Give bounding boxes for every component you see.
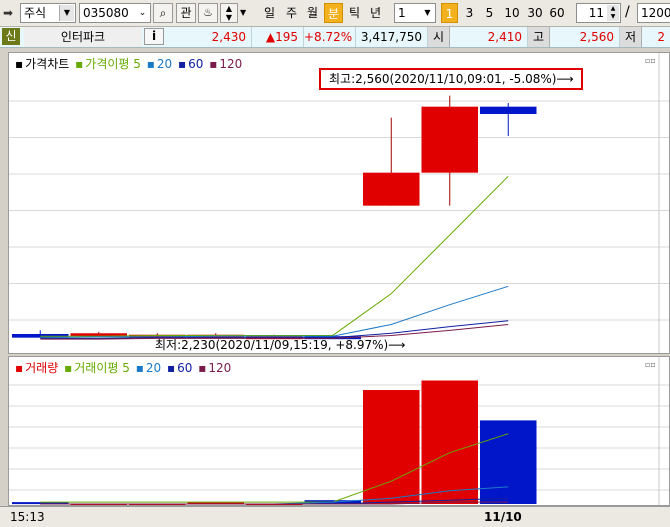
volume-chart-panel[interactable]: ▪ 거래량 ▪ 거래이평 5 ▪ 20 ▪ 60 ▪ 120 ▫▫ — [8, 356, 670, 506]
period-minute[interactable]: 분 — [324, 3, 343, 23]
stock-code-value: 035080 — [83, 6, 129, 20]
slash-separator: / — [625, 4, 630, 20]
low-annotation: 최저:2,230(2020/11/09,15:19, +8.97%)⟶ — [155, 338, 406, 352]
legend-volume: 거래량 — [25, 361, 59, 375]
open-label: 시 — [428, 27, 450, 47]
panel-window-buttons[interactable]: ▫▫ — [645, 56, 656, 65]
legend-ma20: 20 — [156, 57, 173, 71]
candle-body — [421, 106, 478, 173]
candle-body — [480, 106, 537, 114]
up-down-arrow-icon: ▲ ▼ — [607, 5, 619, 21]
chevron-down-icon: ▼ — [424, 8, 431, 17]
search-button[interactable]: ⌕ — [153, 3, 173, 23]
open-price: 2,410 — [450, 27, 528, 47]
up-down-arrow-icon[interactable]: ▲ ▼ — [220, 3, 238, 23]
period-day[interactable]: 일 — [260, 3, 279, 23]
time-axis: 15:13 11/10 — [0, 506, 670, 527]
chevron-down-icon: ⌄ — [138, 8, 147, 18]
period-tick[interactable]: 틱 — [345, 3, 364, 23]
legend-vol-ma5: 거래이평 5 — [74, 361, 130, 375]
low-label: 저 — [620, 27, 642, 47]
price-legend: ▪ 가격차트 ▪ 가격이평 5 ▪ 20 ▪ 60 ▪ 120 — [15, 57, 243, 71]
chevron-down-icon[interactable]: ▼ — [240, 8, 250, 20]
unit-60[interactable]: 60 — [546, 3, 568, 23]
high-annotation: 최고:2,560(2020/11/10,09:01, -5.08%)⟶ — [319, 68, 583, 90]
legend-ma120: 120 — [219, 57, 243, 71]
legend-vol-ma20: 20 — [145, 361, 162, 375]
period-month[interactable]: 월 — [303, 3, 322, 23]
panel-window-buttons[interactable]: ▫▫ — [645, 360, 656, 369]
volume-bar — [421, 380, 478, 504]
quote-bar: 신 인터파크 i 2,430 ▲195 +8.72% 3,417,750 시 2… — [0, 27, 670, 48]
market-select-value: 주식 — [24, 6, 47, 20]
interval-select[interactable]: 1 ▼ — [394, 3, 436, 23]
stock-code-input[interactable]: 035080 ⌄ — [79, 3, 151, 23]
transfer-icon[interactable]: ➡ — [3, 6, 19, 20]
volume-legend: ▪ 거래량 ▪ 거래이평 5 ▪ 20 ▪ 60 ▪ 120 — [15, 361, 232, 375]
period-year[interactable]: 년 — [366, 3, 385, 23]
price-chart-svg — [9, 53, 669, 353]
legend-ma60: 60 — [188, 57, 204, 71]
market-select[interactable]: 주식 ▼ — [20, 3, 76, 23]
high-price: 2,560 — [550, 27, 620, 47]
volume-bar — [480, 420, 537, 504]
low-price: 2 — [657, 30, 665, 44]
legend-vol-ma60: 60 — [177, 361, 193, 375]
toolbar: ➡ 주식 ▼ 035080 ⌄ ⌕ 관 ♨ ▲ ▼ ▼ 일 주 월 분 틱 년 1… — [0, 0, 670, 27]
unit-1[interactable]: 1 — [441, 3, 458, 23]
price-chart-panel[interactable]: ▪ 가격차트 ▪ 가격이평 5 ▪ 20 ▪ 60 ▪ 120 ▫▫ 최고:2,560(2… — [8, 52, 670, 354]
interval-value: 1 — [398, 6, 406, 20]
unit-5[interactable]: 5 — [481, 3, 498, 23]
high-label: 고 — [528, 27, 550, 47]
search-icon: ⌕ — [159, 6, 167, 20]
legend-vol-ma120: 120 — [208, 361, 232, 375]
price-ma20-line — [40, 285, 509, 339]
change-percent: +8.72% — [304, 27, 356, 47]
chevron-down-icon: ▼ — [59, 5, 74, 21]
legend-ma5: 가격이평 5 — [85, 57, 141, 71]
count-value: 11 — [588, 6, 604, 20]
current-price: 2,430 — [168, 27, 252, 47]
volume-value: 3,417,750 — [356, 27, 428, 47]
volume-bar — [363, 390, 420, 504]
candle-body — [363, 172, 420, 206]
interest-button[interactable]: 관 — [176, 3, 196, 23]
credit-badge: 신 — [2, 28, 20, 45]
time-axis-date: 11/10 — [484, 510, 522, 524]
unit-30[interactable]: 30 — [524, 3, 546, 23]
stock-name: 인터파크 — [24, 27, 142, 47]
info-icon[interactable]: i — [144, 28, 164, 45]
volume-chart-svg — [9, 357, 669, 505]
total-count-input[interactable]: 1200 — [637, 3, 670, 23]
period-week[interactable]: 주 — [282, 3, 301, 23]
unit-10[interactable]: 10 — [501, 3, 523, 23]
unit-3[interactable]: 3 — [461, 3, 478, 23]
legend-price: 가격차트 — [25, 57, 70, 71]
price-ma5-line — [40, 175, 509, 337]
count-stepper[interactable]: 11 ▲ ▼ — [576, 3, 621, 23]
bell-icon[interactable]: ♨ — [198, 3, 218, 23]
price-change: ▲195 — [252, 27, 304, 47]
time-axis-start: 15:13 — [10, 510, 45, 524]
